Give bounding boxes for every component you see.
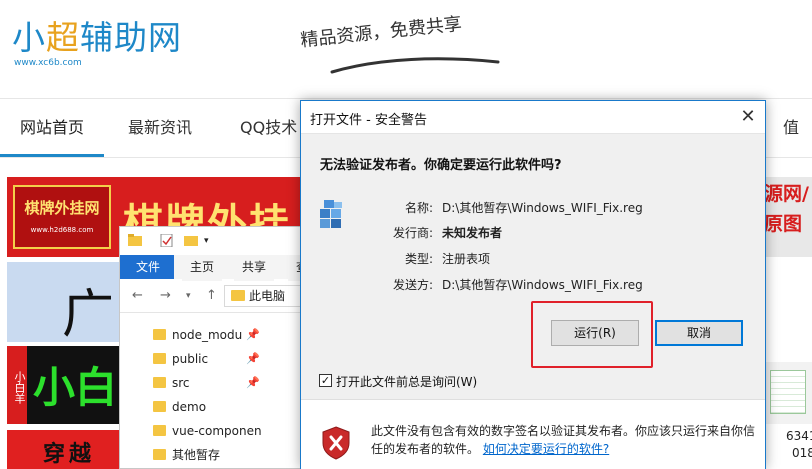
folder-icon [153,353,166,364]
banner-side-label: 小白羊 [7,346,27,424]
banner-right-line2: 原图 [764,213,803,235]
slogan-swoosh-decoration [330,57,500,74]
close-icon[interactable]: ✕ [731,101,765,134]
folder-icon [153,401,166,412]
nav-news[interactable]: 最新资讯 [108,99,212,157]
registry-file-icon [320,200,342,228]
folder-icon [128,234,142,250]
field-value-from: D:\其他暂存\Windows_WIFI_Fix.reg [442,278,643,292]
file-name-fragment: 018.j [792,446,812,460]
explorer-address-bar: ← → ▾ ↑ 此电脑 [120,279,320,313]
logo-text: 小超辅助网 [12,18,182,57]
site-logo[interactable]: 小超辅助网 www.xc6b.com [12,18,182,68]
banner-right-line1: 源网/ [764,183,809,205]
properties-icon[interactable] [160,233,173,251]
field-value-publisher: 未知发布者 [442,226,503,240]
field-value-name: D:\其他暂存\Windows_WIFI_Fix.reg [442,201,643,215]
security-warning-dialog: 打开文件 - 安全警告 ✕ 无法验证发布者。你确定要运行此软件吗? 名称: D:… [300,100,766,469]
pin-icon: 📌 [246,328,260,341]
nav-folder-item[interactable]: public 📌 [120,347,320,371]
nav-folder-item[interactable]: demo [120,395,320,419]
forward-arrow-icon[interactable]: → [160,288,171,303]
new-folder-icon[interactable] [184,234,198,250]
dialog-title: 打开文件 - 安全警告 [310,113,427,128]
folder-icon [153,377,166,388]
recent-chevron-icon[interactable]: ▾ [186,291,191,301]
folder-icon [231,290,245,301]
nav-folder-item[interactable]: node_modu 📌 [120,323,320,347]
field-label-from: 发送方: [392,278,433,292]
dialog-footer: 此文件没有包含有效的数字签名以验证其发布者。你应该只运行来自你信任的发布者的软件… [301,399,765,469]
banner-title: 穿越 [43,442,96,467]
file-explorer-window: ▾ 文件 主页 共享 查 ← → ▾ ↑ 此电脑 node_modu📌 publ… [119,226,320,469]
folder-icon [153,329,166,340]
cancel-button[interactable]: 取消 [655,320,743,346]
tab-home[interactable]: 主页 [182,255,223,281]
banner-chuanyue[interactable]: 穿越 [7,430,122,469]
nav-home[interactable]: 网站首页 [0,99,105,157]
banner-right-1[interactable]: 源网/ 原图 [764,177,812,257]
explorer-titlebar: ▾ [120,227,318,255]
back-arrow-icon[interactable]: ← [132,288,143,303]
banner-xiaobaiyang[interactable]: 小白羊 小白羊 [7,346,122,424]
footer-warning-text: 此文件没有包含有效的数字签名以验证其发布者。你应该只运行来自你信任的发布者的软件… [371,424,756,456]
always-ask-checkbox[interactable]: ✓ [319,374,332,387]
spreadsheet-grid [770,370,806,414]
nav-folder-item[interactable]: vue-componen [120,419,320,443]
pin-icon: 📌 [246,376,260,389]
spreadsheet-thumbnail[interactable] [764,362,812,424]
field-value-type: 注册表项 [442,252,491,266]
dialog-question: 无法验证发布者。你确定要运行此软件吗? [320,158,562,173]
field-label-type: 类型: [404,252,433,266]
logo-url: www.xc6b.com [14,58,82,68]
shield-warning-icon [322,426,350,460]
field-label-name: 名称: [404,201,433,215]
folder-icon [153,449,166,460]
dialog-titlebar: 打开文件 - 安全警告 ✕ [301,101,765,134]
nav-folder-item[interactable]: 其他暂存 [120,443,320,467]
explorer-ribbon: 文件 主页 共享 查 [120,255,320,281]
file-name-fragment: 634112 [786,429,812,443]
nav-worth[interactable]: 值得 [763,99,812,195]
nav-folder-item[interactable]: src 📌 [120,371,320,395]
always-ask-label: 打开此文件前总是询问(W) [336,375,478,389]
up-arrow-icon[interactable]: ↑ [206,288,217,303]
banner-char: 广 [62,285,115,342]
pin-icon: 📌 [246,352,260,365]
banner-ad-2[interactable]: 广 [7,262,122,342]
tab-share[interactable]: 共享 [234,255,275,281]
folder-icon [153,425,166,436]
help-link[interactable]: 如何决定要运行的软件? [483,442,609,456]
navigation-pane: node_modu 📌 public 📌 src 📌 demo vue-compone… [120,323,320,467]
banner-badge: 棋牌外挂网 www.h2d688.com [13,185,111,249]
chevron-down-icon[interactable]: ▾ [204,236,209,246]
field-label-publisher: 发行商: [392,226,433,240]
address-text: 此电脑 [249,289,286,303]
run-button[interactable]: 运行(R) [551,320,639,346]
banner-title: 小白羊 [33,363,118,412]
tab-file[interactable]: 文件 [128,255,168,279]
site-slogan: 精品资源，免费共享 [299,13,463,52]
